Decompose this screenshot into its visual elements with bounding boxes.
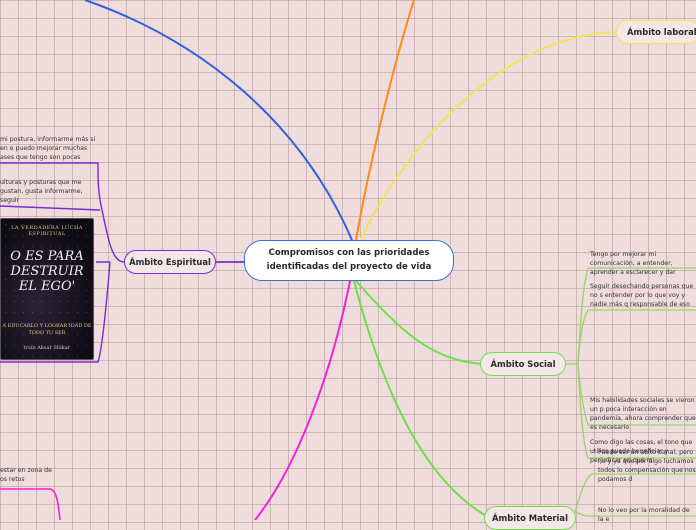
leaf-social-2[interactable]: Seguir desechando personas que no s ente… (590, 282, 696, 309)
leaf-espiritual-1[interactable]: mi postura, informarme más si en e puedo… (0, 135, 96, 162)
leaf-social-3[interactable]: Mis habilidades sociales se vieron un p … (590, 396, 696, 432)
leaf-espiritual-3[interactable]: estar en zona de os retos (0, 466, 54, 484)
book-cover-subtitle: A EDUCARLO Y LOGRAR IDAD DE TODO TU SER (2, 323, 92, 336)
book-cover-image: LA VERDADERA LUCHA ESPIRITUAL O ES PARA … (0, 218, 94, 360)
branch-social-label: Ámbito Social (490, 359, 556, 369)
leaf-material-2[interactable]: No lo veo por la moralidad de la e (598, 506, 696, 524)
leaf-social-1[interactable]: Tengo por mejorar mi comunicación, a ent… (590, 250, 696, 277)
central-topic-line2: identificadas del proyecto de vida (266, 262, 432, 272)
connector-magenta-lower (0, 488, 61, 520)
branch-social[interactable]: Ámbito Social (480, 352, 566, 376)
connector-magenta (254, 280, 351, 520)
leaf-material-1[interactable]: Puede ser un abito banal, pero no y ya q… (598, 448, 696, 484)
central-topic[interactable]: Compromisos con las prioridades identifi… (244, 240, 454, 281)
connector-yellow (359, 31, 695, 241)
book-cover-author: trsin Aksar Shikar (23, 345, 71, 351)
branch-espiritual[interactable]: Ámbito Espiritual (124, 250, 216, 274)
branch-material[interactable]: Ámbito Material (484, 506, 576, 530)
book-cover-top: LA VERDADERA LUCHA ESPIRITUAL (11, 225, 83, 237)
connector-blue (84, 0, 353, 241)
connector-orange (355, 0, 415, 241)
branch-espiritual-label: Ámbito Espiritual (129, 257, 211, 267)
central-topic-line1: Compromisos con las prioridades (268, 248, 430, 258)
connector-green-material (353, 280, 491, 519)
branch-laboral[interactable]: Ámbito laboral (616, 20, 696, 44)
branch-material-label: Ámbito Material (492, 513, 568, 523)
book-cover-title: O ES PARA DESTRUIR EL EGO' (10, 249, 84, 294)
leaf-espiritual-2[interactable]: ulturas y posturas que me gustan, gusta … (0, 178, 96, 205)
branch-laboral-label: Ámbito laboral (627, 27, 696, 37)
